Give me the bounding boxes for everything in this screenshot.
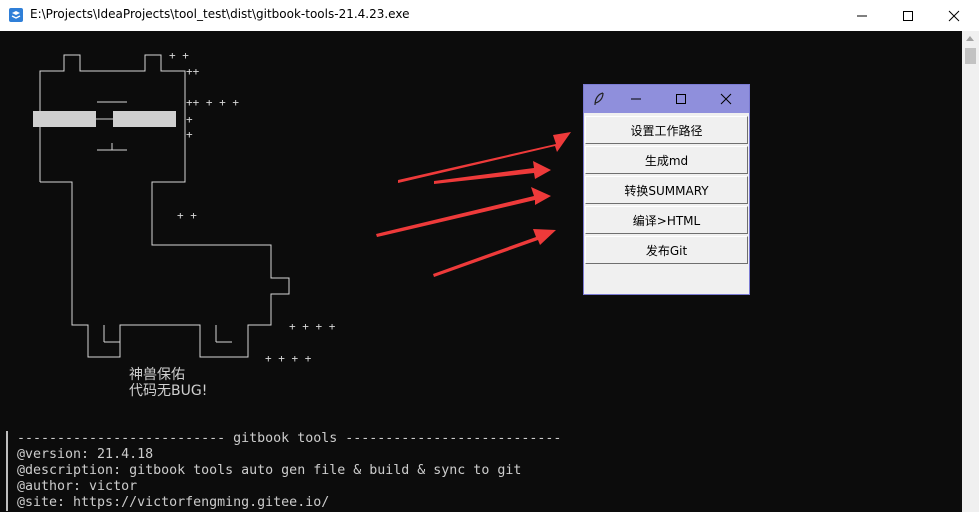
close-icon — [948, 10, 960, 21]
tk-minimize-button[interactable] — [616, 85, 656, 113]
terminal-line: @version: 21.4.18 — [17, 447, 154, 462]
maximize-icon — [676, 94, 686, 104]
terminal-line: @description: gitbook tools auto gen fil… — [17, 463, 522, 478]
terminal-line: @author: victor — [17, 479, 138, 494]
terminal-line: @site: https://victorfengming.gitee.io/ — [17, 495, 330, 510]
arrow-annotation — [376, 187, 551, 237]
set-workdir-button[interactable]: 设置工作路径 — [585, 116, 748, 144]
minimize-icon — [857, 15, 867, 16]
close-icon — [720, 93, 732, 105]
close-button[interactable] — [931, 0, 977, 31]
scroll-thumb[interactable] — [965, 48, 976, 64]
publish-git-button[interactable]: 发布Git — [585, 236, 748, 264]
tk-window: 设置工作路径 生成md 转换SUMMARY 编译>HTML 发布Git — [583, 84, 750, 295]
maximize-icon — [903, 10, 913, 21]
arrow-annotation — [433, 229, 556, 277]
tk-maximize-button[interactable] — [661, 85, 701, 113]
minimize-button[interactable] — [839, 0, 885, 31]
compile-html-button[interactable]: 编译>HTML — [585, 206, 748, 234]
window-title: E:\Projects\IdeaProjects\tool_test\dist\… — [30, 7, 410, 21]
scroll-up-icon[interactable] — [966, 36, 974, 41]
terminal-output: -------------------------- gitbook tools… — [6, 431, 962, 511]
console-area[interactable]: + + ++ ++ + + + + + + + + + + + + + + + … — [0, 31, 962, 512]
tk-title-bar — [584, 85, 749, 113]
vertical-scrollbar[interactable] — [962, 31, 979, 512]
tk-close-button[interactable] — [706, 85, 746, 113]
minimize-icon — [631, 98, 641, 100]
maximize-button[interactable] — [885, 0, 931, 31]
arrow-annotation — [434, 161, 551, 184]
title-bar: E:\Projects\IdeaProjects\tool_test\dist\… — [0, 0, 979, 31]
app-icon — [9, 8, 23, 22]
generate-md-button[interactable]: 生成md — [585, 146, 748, 174]
feather-icon — [594, 92, 604, 106]
terminal-line: -------------------------- gitbook tools… — [17, 431, 562, 446]
convert-summary-button[interactable]: 转换SUMMARY — [585, 176, 748, 204]
